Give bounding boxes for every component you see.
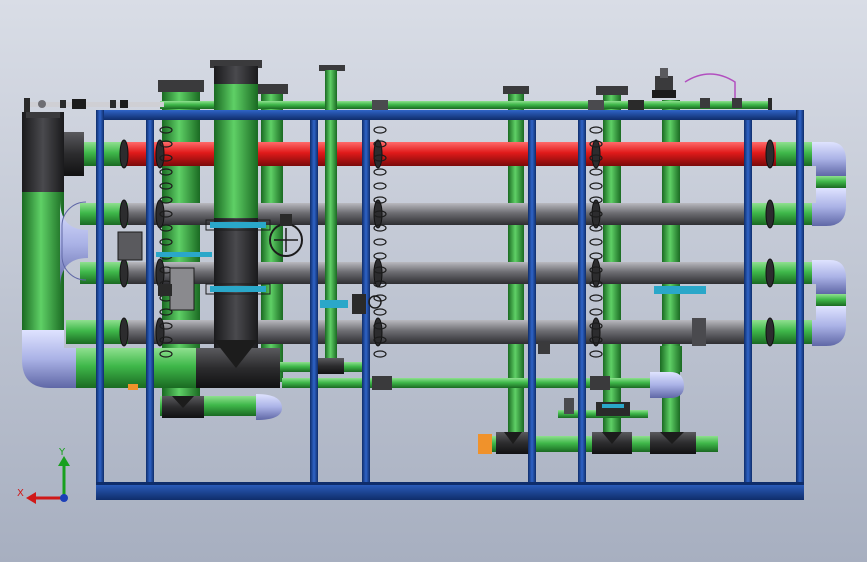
cad-viewport[interactable]: Y X xyxy=(0,0,867,562)
triad-x-label: X xyxy=(17,488,24,499)
pipe-clamp xyxy=(119,139,129,169)
pipe-clamp xyxy=(119,258,129,288)
pipe-gray-1 xyxy=(80,203,812,225)
pipe-clamp xyxy=(765,258,775,288)
pipe-clamp xyxy=(765,199,775,229)
pipe-clamp xyxy=(591,139,601,169)
pipe-clamp xyxy=(373,199,383,229)
pipe-clamp xyxy=(591,199,601,229)
pipe-clamp xyxy=(765,317,775,347)
assembly-view[interactable]: Y X xyxy=(0,0,867,562)
triad-y-label: Y xyxy=(58,447,66,458)
pipe-red xyxy=(84,142,816,166)
pipe-clamp xyxy=(119,317,129,347)
main-dark-riser xyxy=(210,60,262,368)
pipe-clamp xyxy=(119,199,129,229)
pipe-clamp xyxy=(155,317,165,347)
pipe-clamp xyxy=(591,317,601,347)
pipe-clamp xyxy=(765,139,775,169)
pipe-clamp xyxy=(373,139,383,169)
